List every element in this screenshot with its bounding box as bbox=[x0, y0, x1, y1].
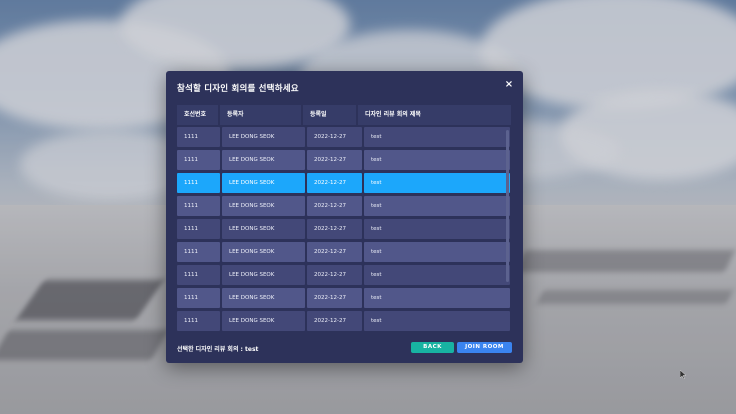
header-meeting-title: 디자인 리뷰 회의 제목 bbox=[365, 111, 421, 118]
table-row[interactable]: 1111 LEE DONG SEOK 2022-12-27 test bbox=[177, 196, 511, 216]
cell-meeting-title: test bbox=[364, 219, 510, 239]
cell-meeting-title: test bbox=[364, 311, 510, 331]
cell-ship-number: 1111 bbox=[177, 265, 220, 285]
cell-registrant: LEE DONG SEOK bbox=[222, 288, 305, 308]
cell-ship-number: 1111 bbox=[177, 219, 220, 239]
cell-registrant: LEE DONG SEOK bbox=[222, 173, 305, 193]
cell-registrant: LEE DONG SEOK bbox=[222, 265, 305, 285]
cell-registrant: LEE DONG SEOK bbox=[222, 127, 305, 147]
list-scrollbar[interactable] bbox=[506, 130, 509, 282]
cell-ship-number: 1111 bbox=[177, 288, 220, 308]
table-row[interactable]: 1111 LEE DONG SEOK 2022-12-27 test bbox=[177, 150, 511, 170]
cell-ship-number: 1111 bbox=[177, 127, 220, 147]
mouse-cursor-icon bbox=[680, 370, 687, 379]
close-icon[interactable]: × bbox=[504, 80, 514, 90]
cell-registration-date: 2022-12-27 bbox=[307, 150, 362, 170]
cell-registration-date: 2022-12-27 bbox=[307, 311, 362, 331]
meeting-select-modal: 참석할 디자인 회의를 선택하세요 × 호선번호 등록자 등록일 디자인 리뷰 … bbox=[166, 71, 523, 363]
cell-meeting-title: test bbox=[364, 288, 510, 308]
table-row[interactable]: 1111 LEE DONG SEOK 2022-12-27 test bbox=[177, 311, 511, 331]
selected-meeting-label: 선택한 디자인 리뷰 회의 : test bbox=[177, 346, 259, 353]
table-row[interactable]: 1111 LEE DONG SEOK 2022-12-27 test bbox=[177, 127, 511, 147]
back-button[interactable]: BACK bbox=[411, 342, 454, 353]
table-row[interactable]: 1111 LEE DONG SEOK 2022-12-27 test bbox=[177, 242, 511, 262]
cell-registration-date: 2022-12-27 bbox=[307, 265, 362, 285]
cell-meeting-title: test bbox=[364, 196, 510, 216]
table-row[interactable]: 1111 LEE DONG SEOK 2022-12-27 test bbox=[177, 265, 511, 285]
join-room-button[interactable]: JOIN ROOM bbox=[457, 342, 512, 353]
header-registration-date: 등록일 bbox=[303, 105, 358, 125]
modal-title: 참석할 디자인 회의를 선택하세요 bbox=[177, 84, 299, 94]
cell-meeting-title: test bbox=[364, 242, 510, 262]
cell-registration-date: 2022-12-27 bbox=[307, 173, 362, 193]
cell-ship-number: 1111 bbox=[177, 242, 220, 262]
cell-registrant: LEE DONG SEOK bbox=[222, 311, 305, 331]
table-row[interactable]: 1111 LEE DONG SEOK 2022-12-27 test bbox=[177, 173, 511, 193]
cell-registration-date: 2022-12-27 bbox=[307, 288, 362, 308]
cell-registrant: LEE DONG SEOK bbox=[222, 150, 305, 170]
cell-meeting-title: test bbox=[364, 150, 510, 170]
cell-registration-date: 2022-12-27 bbox=[307, 242, 362, 262]
table-header: 호선번호 등록자 등록일 디자인 리뷰 회의 제목 bbox=[177, 105, 511, 125]
cell-meeting-title: test bbox=[364, 173, 510, 193]
cell-registration-date: 2022-12-27 bbox=[307, 196, 362, 216]
table-row[interactable]: 1111 LEE DONG SEOK 2022-12-27 test bbox=[177, 288, 511, 308]
cell-registrant: LEE DONG SEOK bbox=[222, 242, 305, 262]
cell-ship-number: 1111 bbox=[177, 196, 220, 216]
table-row[interactable]: 1111 LEE DONG SEOK 2022-12-27 test bbox=[177, 219, 511, 239]
cell-meeting-title: test bbox=[364, 265, 510, 285]
cell-ship-number: 1111 bbox=[177, 150, 220, 170]
cell-meeting-title: test bbox=[364, 127, 510, 147]
cell-registration-date: 2022-12-27 bbox=[307, 219, 362, 239]
cell-registrant: LEE DONG SEOK bbox=[222, 219, 305, 239]
cell-ship-number: 1111 bbox=[177, 311, 220, 331]
cell-registration-date: 2022-12-27 bbox=[307, 127, 362, 147]
meeting-list: 1111 LEE DONG SEOK 2022-12-27 test 1111 LEE D… bbox=[177, 127, 511, 332]
header-registrant: 등록자 bbox=[220, 105, 303, 125]
cell-registrant: LEE DONG SEOK bbox=[222, 196, 305, 216]
cell-ship-number: 1111 bbox=[177, 173, 220, 193]
header-ship-number: 호선번호 bbox=[177, 105, 220, 125]
